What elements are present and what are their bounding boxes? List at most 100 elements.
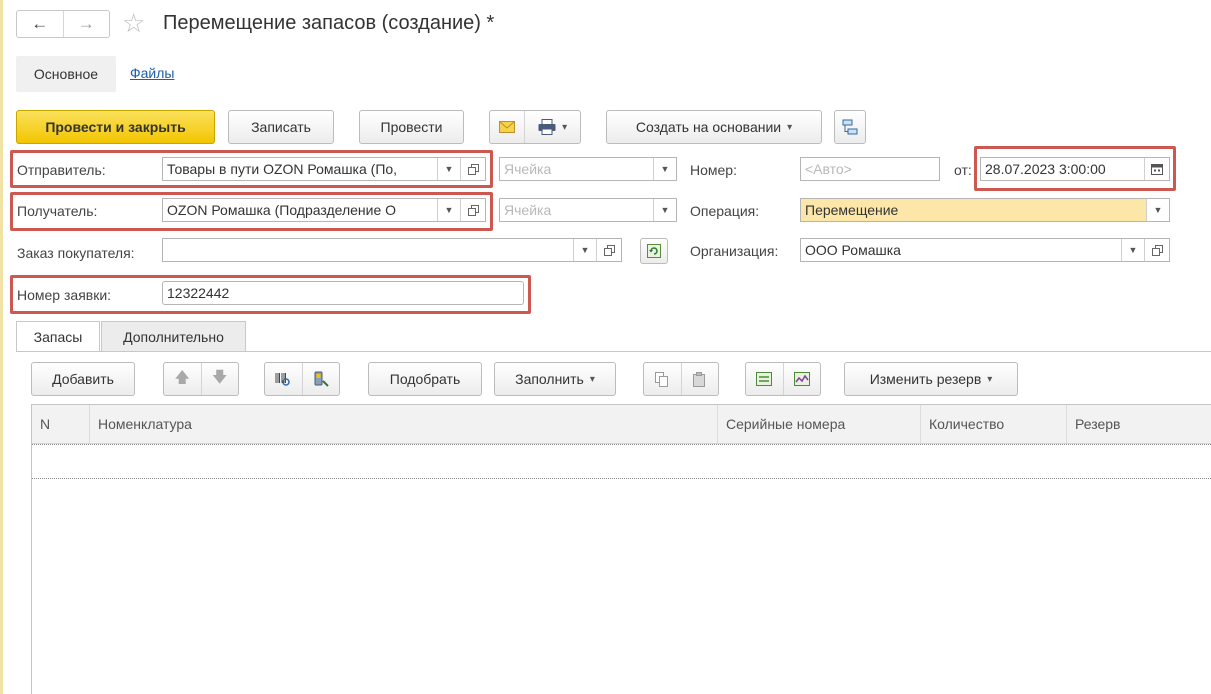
column-header-n[interactable]: N [32,405,90,443]
nav-group: ← → [16,10,110,38]
organization-value: ООО Ромашка [805,242,901,258]
reserve-icon [756,372,773,386]
tab-stock[interactable]: Запасы [16,321,100,351]
table-row[interactable] [32,444,1211,479]
arrow-right-icon: → [77,14,95,33]
data-collection-button[interactable] [301,363,340,395]
chevron-down-icon: ▾ [562,121,568,133]
stock-table[interactable]: N Номенклатура Серийные номера Количеств… [31,404,1211,694]
mail-print-group: ▾ [489,110,581,144]
fill-by-order-button[interactable] [640,238,668,264]
operation-label: Операция: [690,203,760,219]
open-icon[interactable] [1144,239,1169,261]
column-header-quantity[interactable]: Количество [921,405,1067,443]
receiver-field[interactable]: OZON Ромашка (Подразделение О ▼ [162,198,486,222]
chevron-down-icon: ▾ [589,373,595,385]
post-and-close-button[interactable]: Провести и закрыть [16,110,215,144]
email-button[interactable] [490,111,524,143]
column-header-nomenclature[interactable]: Номенклатура [90,405,718,443]
number-label: Номер: [690,162,737,178]
arrow-up-icon: 🡅 [174,368,190,386]
window-edge [0,0,3,694]
printer-icon [538,119,556,135]
fill-button[interactable]: Заполнить ▾ [494,362,616,396]
chevron-down-icon[interactable]: ▼ [1121,239,1144,261]
post-button[interactable]: Провести [359,110,464,144]
chevron-down-icon[interactable]: ▼ [653,199,676,221]
calendar-icon[interactable] [1144,158,1169,180]
copy-icon [655,371,669,387]
tab-divider [16,351,1211,352]
barcode-group [264,362,340,396]
date-field[interactable]: 28.07.2023 3:00:00 [980,157,1170,181]
request-number-label: Номер заявки: [17,287,112,303]
column-header-reserve[interactable]: Резерв [1067,405,1211,443]
receiver-cell-placeholder: Ячейка [504,202,552,218]
sender-cell-placeholder: Ячейка [504,161,552,177]
back-button[interactable]: ← [17,11,63,37]
move-up-button[interactable]: 🡅 [164,363,201,395]
open-icon[interactable] [596,239,621,261]
chevron-down-icon[interactable]: ▼ [573,239,596,261]
pick-button[interactable]: Подобрать [368,362,482,396]
save-button[interactable]: Записать [228,110,334,144]
chevron-down-icon[interactable]: ▼ [1146,199,1169,221]
number-placeholder: <Авто> [805,161,852,177]
print-button[interactable]: ▾ [524,111,580,143]
chevron-down-icon[interactable]: ▼ [437,158,460,180]
table-header: N Номенклатура Серийные номера Количеств… [32,405,1211,444]
open-icon[interactable] [460,199,485,221]
reserve-icons-group [745,362,821,396]
sender-cell-field[interactable]: Ячейка ▼ [499,157,677,181]
refresh-document-icon [647,244,661,258]
move-down-button[interactable]: 🡇 [200,363,239,395]
tab-files-link[interactable]: Файлы [130,65,174,81]
barcode-icon [275,373,290,386]
sender-label: Отправитель: [17,162,106,178]
paste-icon [692,371,705,387]
organization-label: Организация: [690,243,779,259]
open-icon[interactable] [460,158,485,180]
sender-value: Товары в пути OZON Ромашка (По, [167,161,398,177]
tab-main[interactable]: Основное [16,56,116,92]
add-button[interactable]: Добавить [31,362,135,396]
barcode-search-button[interactable] [265,363,302,395]
request-number-field[interactable]: 12322442 [162,281,524,305]
date-label: от: [954,162,972,178]
receiver-value: OZON Ромашка (Подразделение О [167,202,397,218]
chevron-down-icon: ▾ [987,373,993,385]
paste-button[interactable] [680,363,719,395]
change-reserve-button[interactable]: Изменить резерв ▾ [844,362,1018,396]
tab-additional[interactable]: Дополнительно [101,321,246,351]
organization-field[interactable]: ООО Ромашка ▼ [800,238,1170,262]
customer-order-label: Заказ покупателя: [17,245,135,261]
forward-button[interactable]: → [62,11,110,37]
reserve-details-icon [793,372,810,386]
reserve-details-button[interactable] [782,363,821,395]
request-number-value: 12322442 [167,285,230,301]
operation-field[interactable]: Перемещение ▼ [800,198,1170,222]
chevron-down-icon[interactable]: ▼ [437,199,460,221]
change-reserve-label: Изменить резерв [869,371,982,387]
arrow-left-icon: ← [31,14,49,33]
copy-paste-group [643,362,719,396]
structure-button[interactable] [834,110,866,144]
fill-label: Заполнить [515,371,584,387]
sender-field[interactable]: Товары в пути OZON Ромашка (По, ▼ [162,157,486,181]
copy-button[interactable] [644,363,681,395]
scanner-icon [314,371,329,387]
arrow-down-icon: 🡇 [212,368,228,386]
create-based-on-button[interactable]: Создать на основании ▾ [606,110,822,144]
move-group: 🡅 🡇 [163,362,239,396]
reserve-button[interactable] [746,363,783,395]
receiver-cell-field[interactable]: Ячейка ▼ [499,198,677,222]
column-header-serial-numbers[interactable]: Серийные номера [718,405,921,443]
chevron-down-icon[interactable]: ▼ [653,158,676,180]
chevron-down-icon: ▾ [787,121,793,133]
page-title: Перемещение запасов (создание) * [163,12,495,34]
operation-value: Перемещение [805,202,899,218]
number-field[interactable]: <Авто> [800,157,940,181]
favorite-star-icon[interactable]: ☆ [122,10,145,36]
customer-order-field[interactable]: ▼ [162,238,622,262]
create-based-on-label: Создать на основании [635,119,782,135]
